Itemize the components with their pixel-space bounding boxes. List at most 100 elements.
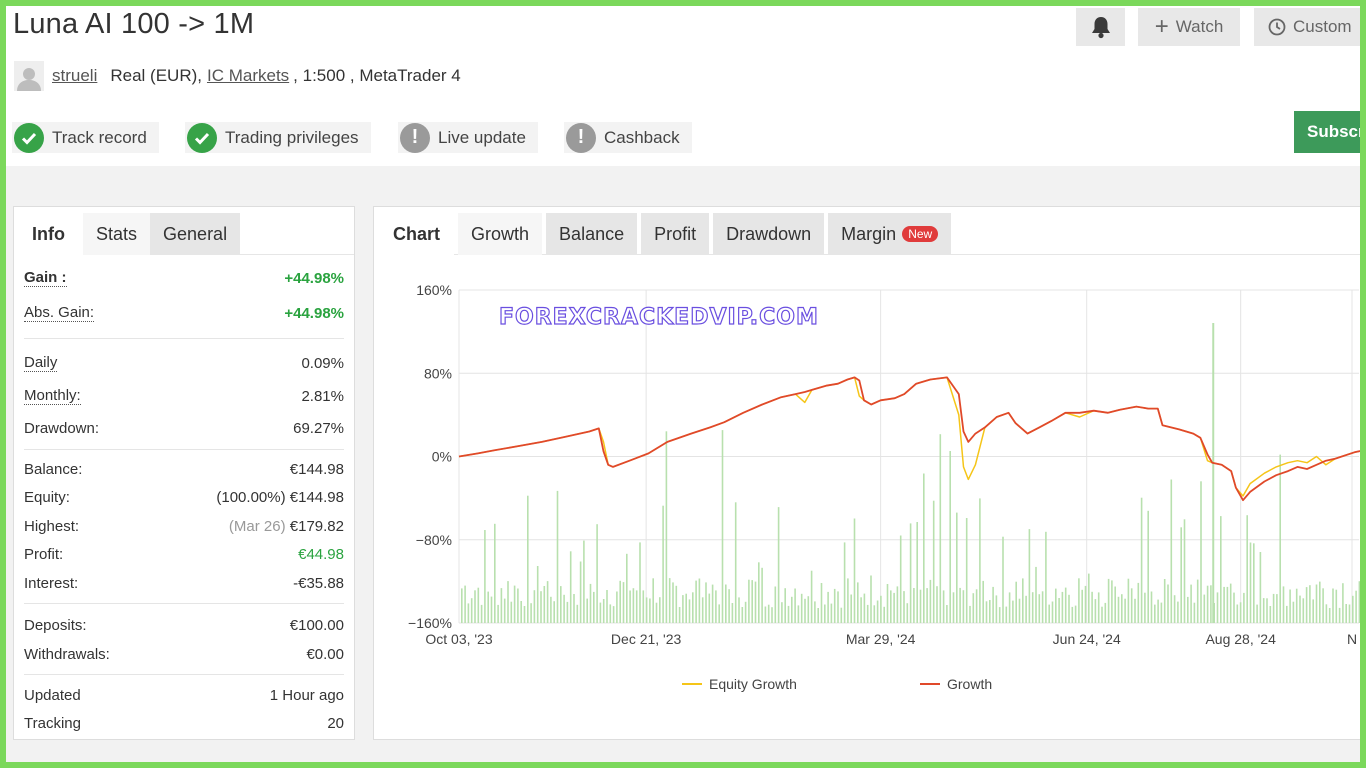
tab-drawdown[interactable]: Drawdown [713, 213, 825, 255]
volume-bar [998, 607, 1001, 623]
volume-bar [626, 553, 628, 623]
volume-bar [1312, 599, 1314, 623]
volume-bar [1114, 586, 1116, 623]
volume-bar [890, 590, 892, 623]
volume-bar [949, 451, 951, 623]
tab-profit[interactable]: Profit [641, 213, 710, 255]
daily-value: 0.09% [301, 354, 344, 372]
volume-bar [589, 583, 592, 623]
abs-gain-value: +44.98% [284, 304, 344, 322]
volume-bar [751, 580, 753, 623]
badge-label: Track record [52, 127, 147, 147]
volume-bar [916, 522, 918, 623]
volume-bar [576, 604, 579, 623]
volume-bar [1170, 479, 1173, 623]
tab-general[interactable]: General [150, 213, 241, 255]
volume-bar [1055, 588, 1057, 623]
profit-label: Profit: [24, 546, 64, 563]
volume-bar [1031, 592, 1034, 623]
volume-bar [672, 582, 674, 623]
watch-button[interactable]: + Watch [1138, 8, 1240, 46]
deposits-value: €100.00 [289, 616, 344, 634]
volume-bar [774, 586, 777, 623]
volume-bar [1212, 323, 1215, 623]
highest-label: Highest: [24, 517, 80, 535]
volume-bar [629, 590, 631, 623]
tab-growth[interactable]: Growth [458, 213, 543, 255]
volume-bar [1328, 608, 1331, 623]
growth-line [458, 376, 1360, 502]
volume-bar [698, 578, 701, 623]
volume-bar [1008, 592, 1011, 623]
volume-bar [1094, 599, 1097, 623]
volume-bar [1342, 583, 1344, 623]
volume-bar [1097, 592, 1100, 623]
custom-button[interactable]: Custom [1254, 8, 1360, 46]
tab-balance[interactable]: Balance [546, 213, 638, 255]
tracking-value: 20 [327, 714, 344, 732]
volume-bar [1279, 454, 1281, 623]
tab-chart[interactable]: Chart [374, 213, 455, 255]
volume-bar [609, 604, 612, 623]
volume-bar [530, 603, 532, 623]
volume-bar [804, 598, 806, 623]
badge-track-record[interactable]: Track record [12, 122, 159, 153]
volume-bar [1256, 604, 1258, 623]
chart-panel: Chart Growth Balance Profit Drawdown Mar… [373, 206, 1360, 740]
owner-link[interactable]: strueli [52, 66, 97, 86]
tab-info[interactable]: Info [14, 213, 83, 255]
volume-bar [1355, 590, 1357, 623]
volume-bar [1107, 578, 1110, 623]
volume-bar [952, 592, 955, 623]
volume-bar [1005, 606, 1008, 623]
volume-bar [939, 434, 942, 623]
badge-trading-privileges[interactable]: Trading privileges [185, 122, 371, 153]
monthly-value: 2.81% [301, 387, 344, 405]
volume-bar [1315, 584, 1318, 623]
tab-stats[interactable]: Stats [83, 213, 151, 255]
volume-bar [982, 580, 984, 623]
volume-bar [1157, 599, 1159, 623]
volume-bar [1233, 592, 1235, 623]
volume-bar [612, 606, 615, 623]
volume-bar [886, 584, 889, 623]
badge-live-update[interactable]: ! Live update [398, 122, 538, 153]
withdrawals-value: €0.00 [306, 645, 344, 663]
volume-bar [1177, 601, 1179, 623]
volume-bar [692, 592, 694, 623]
badge-cashback[interactable]: ! Cashback [564, 122, 692, 153]
volume-bar [517, 588, 519, 623]
tab-margin[interactable]: Margin New [828, 213, 952, 255]
volume-bar [1249, 542, 1252, 623]
volume-bar [484, 530, 486, 623]
volume-bar [1111, 580, 1113, 623]
volume-bar [1203, 594, 1206, 623]
volume-bar [1299, 595, 1301, 623]
broker-link[interactable]: IC Markets [207, 66, 289, 86]
volume-bar [830, 603, 833, 623]
volume-bar [1358, 581, 1360, 623]
notification-button[interactable] [1076, 8, 1125, 46]
volume-bar [536, 566, 539, 623]
volume-bar [972, 593, 975, 623]
volume-bar [467, 603, 470, 623]
volume-bar [761, 567, 763, 623]
volume-bar [503, 598, 506, 623]
volume-bar [820, 583, 823, 623]
volume-bar [1144, 592, 1146, 623]
x-tick-label: Aug 28, '24 [1205, 631, 1276, 647]
balance-group: Balance: €144.98 Equity: (100.00%) €144.98… [24, 450, 344, 604]
volume-bar [533, 590, 536, 623]
volume-bar [992, 586, 994, 623]
volume-bar [899, 535, 902, 623]
volume-bar [1101, 606, 1103, 623]
volume-bar [1193, 602, 1196, 623]
y-tick-label: −80% [416, 532, 452, 548]
volume-bar [929, 579, 932, 623]
volume-bar [1064, 587, 1067, 623]
volume-bar [748, 579, 750, 623]
volume-bar [840, 607, 843, 623]
subscribe-button[interactable]: Subscr [1294, 111, 1360, 153]
volume-bar [909, 523, 912, 623]
volume-bar [583, 540, 585, 623]
